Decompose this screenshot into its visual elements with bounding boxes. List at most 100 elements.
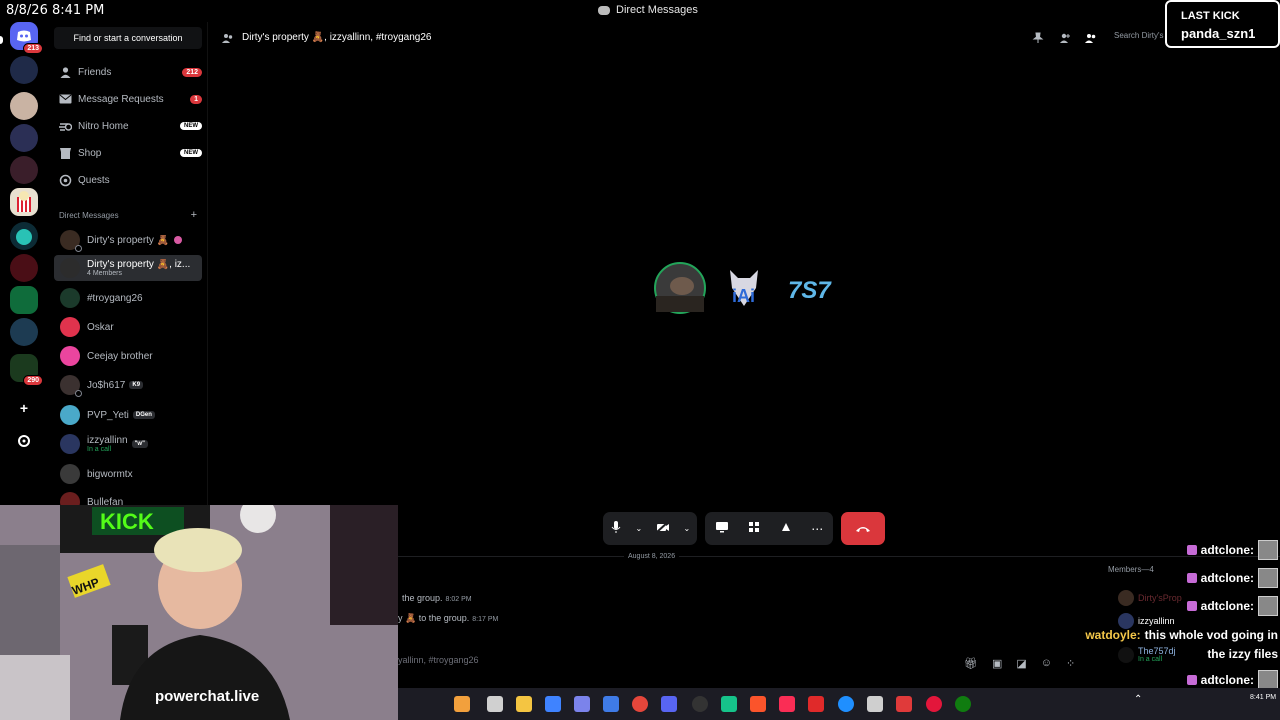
pin-icon[interactable] <box>1032 32 1044 44</box>
server-logo-icon <box>16 229 32 245</box>
dm-item[interactable]: PVP_Yeti DGen <box>54 402 202 428</box>
dm-item[interactable]: izzyallinn In a call "w" <box>54 431 202 457</box>
chevron-down-icon[interactable]: ⌄ <box>683 524 690 533</box>
svg-text:7S7: 7S7 <box>788 277 832 304</box>
nav-label: Nitro Home <box>78 120 129 132</box>
participant-avatar[interactable] <box>654 262 706 314</box>
dm-header-label: Direct Messages <box>59 211 119 220</box>
clan-tag: DGen <box>132 411 155 419</box>
app-icon[interactable] <box>896 696 912 712</box>
message-input[interactable]: yallinn, #troygang26 <box>398 655 479 665</box>
screen: 8/8/26 8:41 PM Direct Messages 213 290 + <box>0 0 1280 720</box>
server-icon[interactable] <box>10 156 38 184</box>
copilot-icon[interactable] <box>545 696 561 712</box>
xbox-icon[interactable] <box>955 696 971 712</box>
disconnect-button[interactable] <box>841 512 885 545</box>
chrome-icon[interactable] <box>632 696 648 712</box>
chevron-up-icon[interactable]: ⌃ <box>1134 694 1142 705</box>
shirt-text: powerchat.live <box>155 688 259 705</box>
avatar <box>60 346 80 366</box>
nav-friends[interactable]: Friends 212 <box>54 60 202 84</box>
soundboard-icon[interactable] <box>780 521 792 536</box>
server-icon[interactable] <box>10 318 38 346</box>
discover-button[interactable] <box>12 429 36 453</box>
clan-tag: "w" <box>131 440 148 448</box>
dm-item[interactable]: bigwormtx <box>54 461 202 487</box>
nav-shop[interactable]: Shop NEW <box>54 141 202 165</box>
app-icon[interactable] <box>721 696 737 712</box>
dm-item-selected[interactable]: Dirty's property 🧸, iz... 4 Members <box>54 255 202 281</box>
server-icon[interactable] <box>10 188 38 216</box>
nav-quests[interactable]: Quests <box>54 168 202 192</box>
add-friends-icon[interactable] <box>1059 32 1071 44</box>
apps-icon[interactable]: ⁘ <box>1066 657 1075 670</box>
nav-message-requests[interactable]: Message Requests 1 <box>54 87 202 111</box>
find-conversation-button[interactable]: Find or start a conversation <box>54 27 202 49</box>
more-options-icon[interactable]: ⋯ <box>811 522 823 536</box>
app-icon[interactable] <box>926 696 942 712</box>
store-icon[interactable] <box>603 696 619 712</box>
file-explorer-icon[interactable] <box>516 696 532 712</box>
server-rail: 213 290 + <box>0 22 48 505</box>
member-name: Dirty'sProp <box>1138 593 1182 603</box>
member-row[interactable]: izzyallinn <box>1118 613 1175 629</box>
obs-icon[interactable] <box>692 696 708 712</box>
member-name: izzyallinn <box>1138 616 1175 626</box>
dm-name: Jo$h617 <box>87 379 126 391</box>
server-folder[interactable]: 290 <box>10 354 43 386</box>
window-title-text: Direct Messages <box>616 4 698 16</box>
member-row[interactable]: The757dj In a call <box>1118 646 1176 663</box>
folder-badge: 290 <box>23 375 43 386</box>
shop-icon <box>58 146 72 160</box>
dm-item[interactable]: Jo$h617 K9 <box>54 372 202 398</box>
brave-icon[interactable] <box>750 696 766 712</box>
member-row[interactable]: Dirty'sProp <box>1118 590 1182 606</box>
gif-icon[interactable]: ▣ <box>992 657 1002 670</box>
music-icon[interactable] <box>779 696 795 712</box>
dm-item[interactable]: Oskar <box>54 314 202 340</box>
app-icon[interactable] <box>867 696 883 712</box>
status-indicator <box>75 390 82 397</box>
create-dm-plus-icon[interactable]: + <box>191 210 197 221</box>
server-icon[interactable] <box>10 222 38 250</box>
teams-icon[interactable] <box>574 696 590 712</box>
server-icon[interactable] <box>10 56 38 84</box>
last-kick-title: LAST KICK <box>1181 10 1240 22</box>
task-view-icon[interactable] <box>487 696 503 712</box>
chevron-down-icon[interactable]: ⌄ <box>635 524 642 533</box>
add-server-button[interactable]: + <box>12 397 36 421</box>
server-icon[interactable] <box>10 254 38 282</box>
activities-icon[interactable] <box>748 521 760 536</box>
avatar <box>1118 613 1134 629</box>
dm-item[interactable]: Bullefan <box>54 489 202 505</box>
dm-name: PVP_Yeti <box>87 409 129 421</box>
server-icon[interactable] <box>10 124 38 152</box>
help-icon[interactable] <box>838 696 854 712</box>
microphone-icon[interactable] <box>610 520 622 537</box>
clock[interactable]: 8:41 PM <box>1250 694 1276 701</box>
dm-item[interactable]: Dirty's property 🧸 <box>54 227 202 253</box>
taskbar-app-icon[interactable] <box>454 696 470 712</box>
avatar <box>1118 590 1134 606</box>
kick-sign-text: KICK <box>100 509 154 534</box>
dm-item[interactable]: Ceejay brother <box>54 343 202 369</box>
members-header: Members—4 <box>1108 565 1154 574</box>
sticker-icon[interactable]: ◪ <box>1016 657 1026 670</box>
camera-off-icon[interactable] <box>656 521 670 536</box>
server-icon[interactable] <box>10 286 38 314</box>
discord-taskbar-icon[interactable] <box>661 696 677 712</box>
clan-tag: K9 <box>129 381 144 389</box>
dm-item[interactable]: #troygang26 <box>54 285 202 311</box>
nitro-badge-icon <box>174 236 183 244</box>
gift-icon[interactable]: 🎁︎ <box>964 657 978 670</box>
home-button[interactable]: 213 <box>10 22 43 54</box>
nav-nitro-home[interactable]: Nitro Home NEW <box>54 114 202 138</box>
emoji-icon[interactable]: ☺ <box>1041 657 1052 670</box>
app-icon[interactable] <box>808 696 824 712</box>
member-list-icon[interactable] <box>1085 32 1097 44</box>
group-avatar <box>60 258 80 278</box>
screen-share-icon[interactable] <box>715 521 729 536</box>
participant-avatar[interactable]: 7S7 <box>782 262 834 314</box>
server-icon[interactable] <box>10 92 38 120</box>
participant-avatar[interactable]: iAi <box>718 262 770 314</box>
